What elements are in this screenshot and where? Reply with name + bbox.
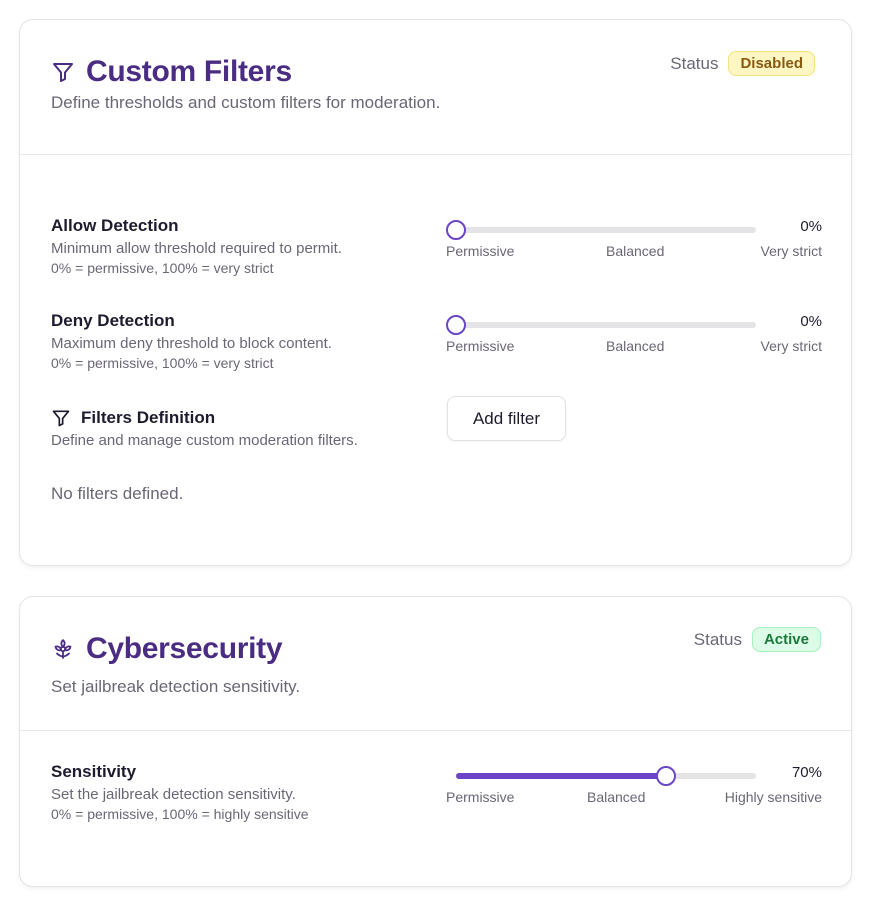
custom-filters-title: Custom Filters: [86, 55, 292, 88]
deny-detection-row: Deny Detection Maximum deny threshold to…: [51, 311, 831, 371]
status-badge: Active: [751, 627, 821, 652]
tick-label-permissive: Permissive: [446, 338, 515, 354]
slider-thumb[interactable]: [446, 220, 466, 240]
sensitivity-row: Sensitivity Set the jailbreak detection …: [51, 762, 831, 822]
slider-fill: [456, 773, 666, 779]
tick-label-very-strict: Very strict: [760, 243, 822, 259]
sensitivity-slider[interactable]: 70% Permissive Balanced Highly sensitive: [446, 762, 822, 822]
slider-value: 0%: [800, 218, 822, 235]
tick-label-balanced: Balanced: [587, 789, 646, 805]
slider-track[interactable]: [456, 766, 756, 786]
tick-label-balanced: Balanced: [606, 338, 665, 354]
cybersecurity-card: Cybersecurity Set jailbreak detection se…: [19, 596, 852, 887]
custom-filters-status: Status Disabled: [670, 51, 815, 76]
filters-definition-desc: Define and manage custom moderation filt…: [51, 432, 358, 449]
slider-track[interactable]: [446, 220, 756, 240]
status-badge: Disabled: [728, 51, 815, 76]
custom-filters-header: Custom Filters Define thresholds and cus…: [20, 20, 851, 155]
filters-definition-row: Filters Definition Define and manage cus…: [51, 396, 831, 449]
tick-label-permissive: Permissive: [446, 789, 515, 805]
filters-definition-title: Filters Definition: [81, 408, 216, 427]
filters-definition-title-row: Filters Definition: [51, 408, 831, 428]
slider-thumb[interactable]: [446, 315, 466, 335]
custom-filters-title-row: Custom Filters: [51, 52, 292, 92]
slider-thumb[interactable]: [656, 766, 676, 786]
status-label: Status: [693, 629, 742, 649]
filter-icon: [51, 60, 75, 84]
allow-detection-row: Allow Detection Minimum allow threshold …: [51, 216, 831, 276]
tick-label-highly-sensitive: Highly sensitive: [724, 789, 822, 805]
cybersecurity-header: Cybersecurity Set jailbreak detection se…: [20, 597, 851, 731]
deny-detection-slider[interactable]: 0% Permissive Balanced Very strict: [446, 311, 822, 371]
cybersecurity-status: Status Active: [694, 627, 821, 652]
custom-filters-card: Custom Filters Define thresholds and cus…: [19, 19, 852, 566]
biohazard-icon: [51, 637, 75, 661]
add-filter-button[interactable]: Add filter: [447, 396, 566, 441]
tick-label-very-strict: Very strict: [760, 338, 822, 354]
allow-detection-slider[interactable]: 0% Permissive Balanced Very strict: [446, 216, 822, 276]
no-filters-message: No filters defined.: [51, 484, 184, 503]
tick-label-balanced: Balanced: [606, 243, 665, 259]
custom-filters-subtitle: Define thresholds and custom filters for…: [51, 93, 441, 112]
slider-track[interactable]: [446, 315, 756, 335]
slider-value: 70%: [791, 764, 822, 781]
slider-value: 0%: [800, 313, 822, 330]
tick-label-permissive: Permissive: [446, 243, 515, 259]
cybersecurity-title-row: Cybersecurity: [51, 629, 283, 669]
cybersecurity-subtitle: Set jailbreak detection sensitivity.: [51, 677, 301, 696]
cybersecurity-title: Cybersecurity: [86, 632, 283, 665]
filter-icon: [51, 408, 71, 428]
status-label: Status: [670, 53, 719, 73]
